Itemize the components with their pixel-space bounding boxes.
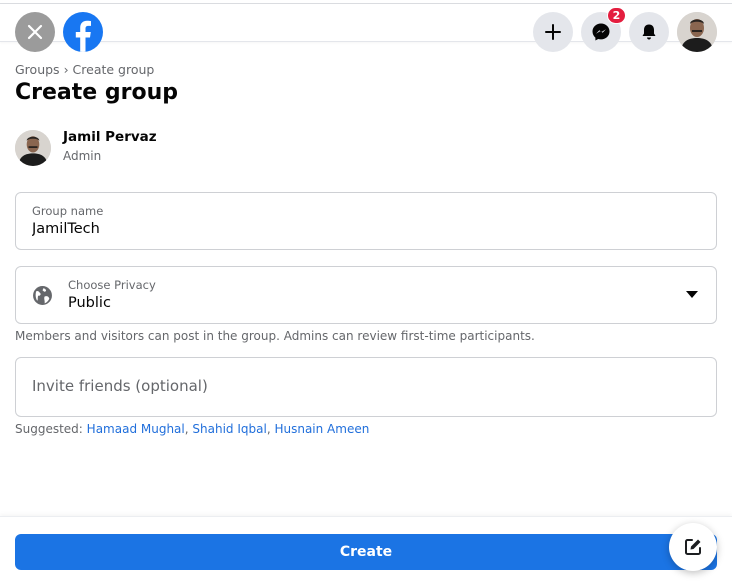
compose-button[interactable] bbox=[669, 523, 717, 571]
privacy-select[interactable]: Choose Privacy Public bbox=[15, 266, 717, 324]
owner-avatar bbox=[15, 130, 51, 166]
breadcrumb-current: Create group bbox=[72, 62, 155, 77]
breadcrumb: Groups › Create group bbox=[15, 62, 154, 77]
close-button[interactable] bbox=[15, 12, 55, 52]
invite-friends-input[interactable] bbox=[32, 377, 692, 395]
create-menu-button[interactable] bbox=[533, 12, 573, 52]
create-button[interactable]: Create bbox=[15, 534, 717, 570]
owner-role: Admin bbox=[63, 149, 102, 163]
plus-icon bbox=[545, 24, 561, 40]
suggested-friend-link[interactable]: Hamaad Mughal bbox=[87, 422, 185, 436]
invite-friends-field[interactable] bbox=[15, 357, 717, 417]
group-name-label: Group name bbox=[32, 204, 104, 218]
dropdown-caret-icon bbox=[686, 291, 698, 298]
breadcrumb-separator: › bbox=[63, 62, 69, 77]
breadcrumb-groups-link[interactable]: Groups bbox=[15, 62, 60, 77]
privacy-label: Choose Privacy bbox=[68, 278, 156, 292]
globe-icon bbox=[33, 286, 52, 305]
compose-icon bbox=[685, 539, 701, 555]
group-owner: Jamil Pervaz Admin bbox=[15, 129, 157, 166]
group-name-input[interactable] bbox=[32, 221, 632, 237]
suggested-label: Suggested: bbox=[15, 422, 83, 436]
suggested-friend-link[interactable]: Husnain Ameen bbox=[274, 422, 369, 436]
suggested-friend-link[interactable]: Shahid Iqbal bbox=[192, 422, 266, 436]
messenger-badge: 2 bbox=[607, 7, 626, 24]
group-name-field[interactable]: Group name bbox=[15, 192, 717, 250]
facebook-f-icon bbox=[75, 20, 91, 52]
privacy-value: Public bbox=[68, 295, 111, 311]
owner-name: Jamil Pervaz bbox=[63, 129, 157, 145]
bell-icon bbox=[642, 24, 656, 40]
avatar bbox=[677, 12, 717, 52]
facebook-logo[interactable] bbox=[63, 12, 103, 52]
account-avatar-button[interactable] bbox=[677, 12, 717, 52]
close-icon bbox=[27, 24, 43, 40]
messenger-icon bbox=[592, 23, 610, 41]
privacy-helper-text: Members and visitors can post in the gro… bbox=[15, 329, 535, 343]
page-title: Create group bbox=[15, 80, 178, 105]
suggested-friends: Suggested: Hamaad Mughal, Shahid Iqbal, … bbox=[15, 422, 370, 436]
notifications-button[interactable] bbox=[629, 12, 669, 52]
